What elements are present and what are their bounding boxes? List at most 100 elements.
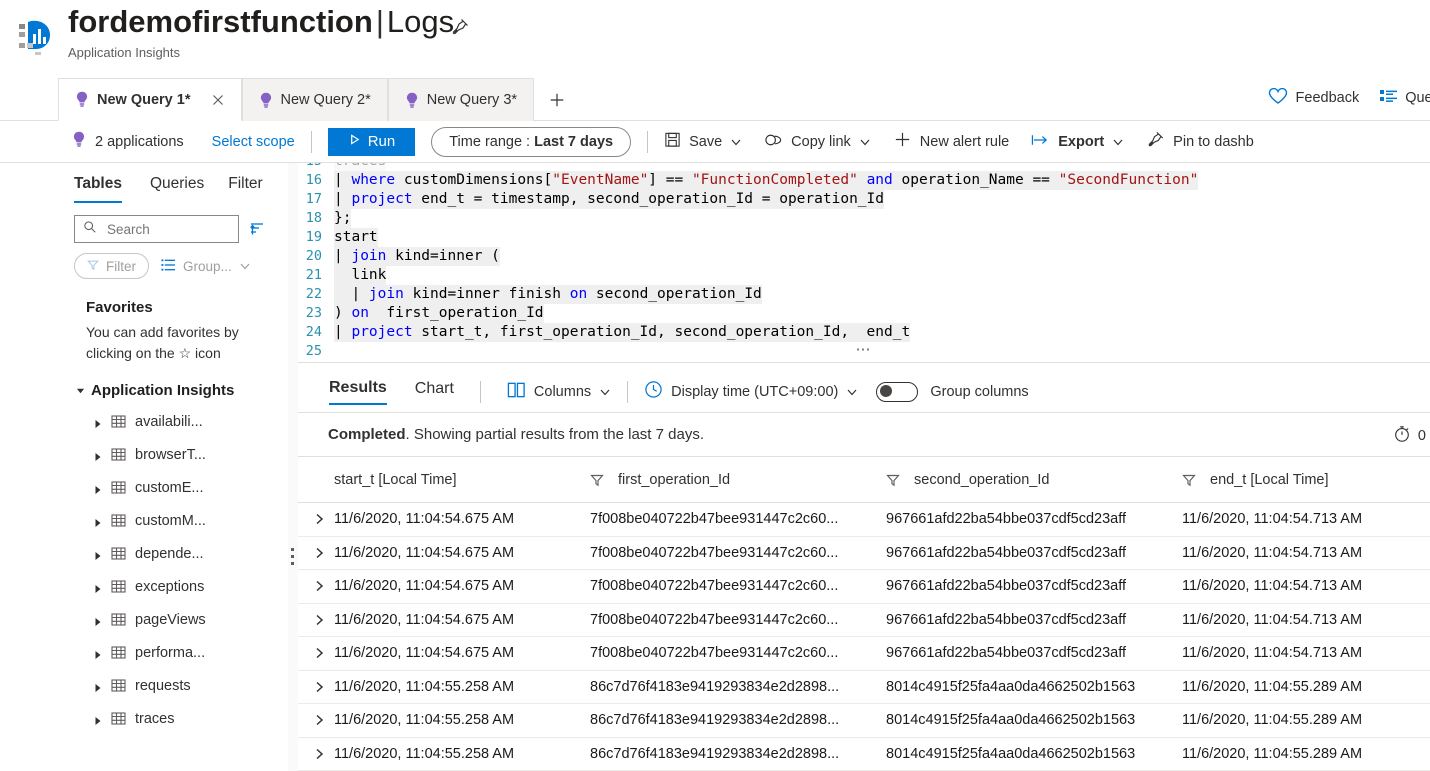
- group-columns-toggle[interactable]: [876, 381, 919, 402]
- group-columns-control[interactable]: Group columns: [876, 381, 1029, 402]
- add-query-tab-button[interactable]: [534, 78, 580, 121]
- chevron-right-icon[interactable]: [315, 647, 324, 659]
- code-line[interactable]: 17 | project end_t = timestamp, second_op…: [298, 190, 1430, 209]
- triangle-right-icon[interactable]: [94, 417, 102, 428]
- tab-chart[interactable]: Chart: [415, 380, 454, 404]
- funnel-icon[interactable]: [886, 473, 900, 487]
- row-expand-cell[interactable]: [298, 681, 334, 693]
- tab-queries[interactable]: Queries: [150, 175, 204, 203]
- copy-link-button[interactable]: Copy link: [764, 132, 871, 152]
- table-row[interactable]: 11/6/2020, 11:04:54.675 AM 7f008be040722b…: [298, 637, 1430, 671]
- time-range-picker[interactable]: Time range : Last 7 days: [431, 126, 632, 157]
- grid-header-end-t[interactable]: end_t [Local Time]: [1182, 472, 1422, 488]
- columns-button[interactable]: Columns: [507, 381, 611, 403]
- group-by-button[interactable]: Group...: [161, 258, 251, 275]
- code-line[interactable]: 19 start: [298, 228, 1430, 247]
- tab-results[interactable]: Results: [329, 379, 387, 405]
- row-expand-cell[interactable]: [298, 748, 334, 760]
- triangle-right-icon[interactable]: [94, 483, 102, 494]
- chevron-right-icon[interactable]: [315, 547, 324, 559]
- table-row[interactable]: 11/6/2020, 11:04:55.258 AM 86c7d76f4183e9…: [298, 738, 1430, 771]
- sort-icon[interactable]: [249, 221, 265, 237]
- search-box[interactable]: [74, 215, 239, 243]
- export-button[interactable]: Export: [1031, 133, 1124, 151]
- panel-splitter[interactable]: [288, 163, 298, 771]
- queries-button[interactable]: Queries: [1379, 88, 1430, 108]
- chevron-right-icon[interactable]: [315, 681, 324, 693]
- triangle-right-icon[interactable]: [94, 582, 102, 593]
- table-group-application-insights[interactable]: Application Insights: [58, 364, 292, 399]
- chevron-right-icon[interactable]: [315, 714, 324, 726]
- code-line[interactable]: 20 | join kind=inner (: [298, 247, 1430, 266]
- query-tab-2[interactable]: New Query 2*: [241, 78, 388, 121]
- pin-icon[interactable]: [450, 17, 470, 37]
- table-row[interactable]: 11/6/2020, 11:04:54.675 AM 7f008be040722b…: [298, 537, 1430, 570]
- tab-tables[interactable]: Tables: [74, 175, 122, 203]
- chevron-right-icon[interactable]: [315, 748, 324, 760]
- code-line[interactable]: 22 | join kind=inner finish on second_op…: [298, 285, 1430, 304]
- row-expand-cell[interactable]: [298, 513, 334, 525]
- funnel-icon[interactable]: [590, 473, 604, 487]
- table-item[interactable]: exceptions: [58, 570, 292, 603]
- lightbulb-icon: [72, 131, 86, 152]
- page-title: fordemofirstfunction|Logs: [68, 2, 454, 42]
- code-line[interactable]: 15traces: [298, 163, 1430, 171]
- pin-to-dashboard-button[interactable]: Pin to dashb: [1146, 130, 1254, 153]
- query-editor[interactable]: 15traces16| where customDimensions["Even…: [298, 163, 1430, 363]
- code-line[interactable]: 23) on first_operation_Id: [298, 304, 1430, 323]
- triangle-right-icon[interactable]: [94, 681, 102, 692]
- cell-value: 11/6/2020, 11:04:55.289 AM: [1182, 678, 1363, 695]
- tab-filter[interactable]: Filter: [228, 175, 262, 203]
- row-expand-cell[interactable]: [298, 547, 334, 559]
- save-button[interactable]: Save: [664, 131, 742, 152]
- scope-indicator[interactable]: 2 applications: [72, 131, 184, 152]
- code-line[interactable]: 18};: [298, 209, 1430, 228]
- table-row[interactable]: 11/6/2020, 11:04:55.258 AM 86c7d76f4183e9…: [298, 671, 1430, 704]
- grid-header-second-operation-id[interactable]: second_operation_Id: [886, 472, 1182, 488]
- triangle-right-icon[interactable]: [94, 615, 102, 626]
- grid-header-first-operation-id[interactable]: first_operation_Id: [590, 472, 886, 488]
- query-code[interactable]: 15traces16| where customDimensions["Even…: [298, 163, 1430, 361]
- triangle-right-icon[interactable]: [94, 450, 102, 461]
- table-item[interactable]: pageViews: [58, 603, 292, 636]
- table-row[interactable]: 11/6/2020, 11:04:54.675 AM 7f008be040722b…: [298, 503, 1430, 537]
- row-expand-cell[interactable]: [298, 580, 334, 592]
- triangle-right-icon[interactable]: [94, 549, 102, 560]
- table-item[interactable]: customE...: [58, 471, 292, 504]
- triangle-right-icon[interactable]: [94, 648, 102, 659]
- triangle-right-icon[interactable]: [94, 714, 102, 725]
- funnel-icon[interactable]: [1182, 473, 1196, 487]
- table-item[interactable]: requests: [58, 669, 292, 702]
- table-row[interactable]: 11/6/2020, 11:04:54.675 AM 7f008be040722b…: [298, 604, 1430, 637]
- row-expand-cell[interactable]: [298, 714, 334, 726]
- chevron-right-icon[interactable]: [315, 513, 324, 525]
- search-input[interactable]: [105, 220, 220, 238]
- table-item[interactable]: availabili...: [58, 405, 292, 438]
- table-item[interactable]: browserT...: [58, 438, 292, 471]
- grid-header-start-t[interactable]: start_t [Local Time]: [334, 472, 590, 488]
- filter-label: Filter: [106, 258, 136, 274]
- triangle-right-icon[interactable]: [94, 516, 102, 527]
- editor-expand-ellipsis[interactable]: ⋯: [298, 340, 1430, 358]
- run-button[interactable]: Run: [327, 127, 416, 156]
- table-row[interactable]: 11/6/2020, 11:04:54.675 AM 7f008be040722b…: [298, 570, 1430, 604]
- display-time-button[interactable]: Display time (UTC+09:00): [644, 380, 858, 403]
- feedback-button[interactable]: Feedback: [1268, 87, 1359, 109]
- filter-button[interactable]: Filter: [74, 253, 149, 279]
- close-icon[interactable]: [211, 93, 225, 107]
- select-scope-link[interactable]: Select scope: [212, 134, 295, 150]
- chevron-right-icon[interactable]: [315, 614, 324, 626]
- query-tab-1[interactable]: New Query 1*: [58, 78, 242, 121]
- query-tab-3[interactable]: New Query 3*: [387, 78, 535, 121]
- code-line[interactable]: 21 link: [298, 266, 1430, 285]
- table-item[interactable]: performa...: [58, 636, 292, 669]
- chevron-right-icon[interactable]: [315, 580, 324, 592]
- row-expand-cell[interactable]: [298, 614, 334, 626]
- code-line[interactable]: 16 | where customDimensions["EventName"] …: [298, 171, 1430, 190]
- table-item[interactable]: traces: [58, 702, 292, 735]
- new-alert-rule-button[interactable]: New alert rule: [893, 130, 1009, 153]
- table-item[interactable]: customM...: [58, 504, 292, 537]
- row-expand-cell[interactable]: [298, 647, 334, 659]
- table-row[interactable]: 11/6/2020, 11:04:55.258 AM 86c7d76f4183e9…: [298, 704, 1430, 738]
- table-item[interactable]: depende...: [58, 537, 292, 570]
